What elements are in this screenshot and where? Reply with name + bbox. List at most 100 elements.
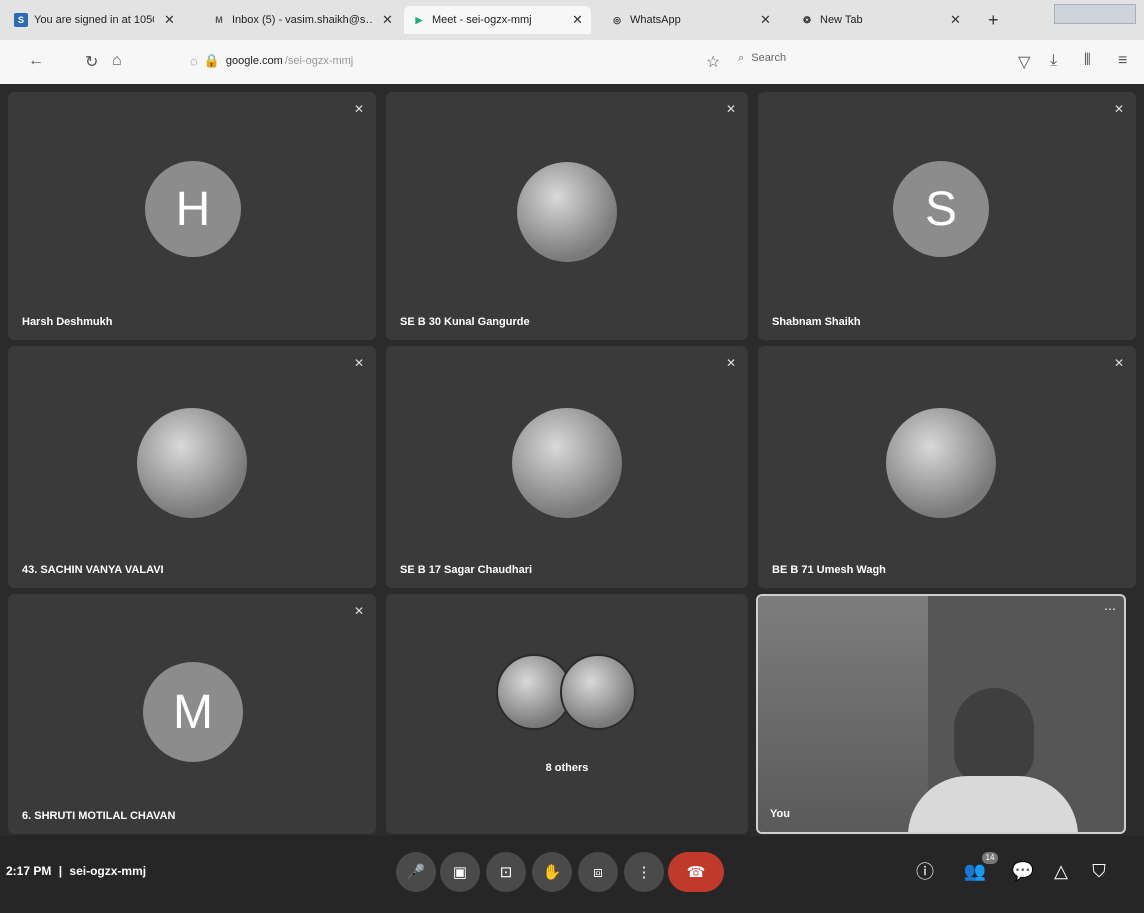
more-options-icon[interactable]: ⋯ bbox=[1104, 602, 1116, 616]
avatar bbox=[560, 654, 636, 730]
meet-stage: ✕ H Harsh Deshmukh ✕ SE B 30 Kunal Gangu… bbox=[0, 84, 1144, 913]
mic-off-icon: ✕ bbox=[725, 102, 737, 116]
present-icon: ⧈ bbox=[593, 863, 603, 881]
captions-icon: ⊡ bbox=[499, 864, 513, 881]
phone-hangup-icon: ☎ bbox=[686, 864, 706, 881]
meeting-code: sei-ogzx-mmj bbox=[69, 864, 147, 878]
participant-tile[interactable]: ✕ SE B 17 Sagar Chaudhari bbox=[386, 346, 748, 588]
library-icon[interactable]: ⫴ bbox=[1084, 52, 1091, 70]
avatar bbox=[137, 408, 247, 518]
avatar: H bbox=[145, 161, 241, 257]
tab-new[interactable]: ❂ New Tab ✕ bbox=[800, 6, 961, 34]
search-icon: ⌕ bbox=[738, 52, 745, 64]
participant-name: BE B 71 Umesh Wagh bbox=[772, 564, 886, 576]
tab-whatsapp[interactable]: ◎ WhatsApp ✕ bbox=[610, 6, 771, 34]
close-icon[interactable]: ✕ bbox=[572, 12, 583, 28]
tab-title: Inbox (5) - vasim.shaikh@s… bbox=[232, 14, 372, 26]
shield-icon: ◌ bbox=[190, 53, 198, 69]
mic-off-icon: ✕ bbox=[353, 102, 365, 116]
close-icon[interactable]: ✕ bbox=[760, 12, 771, 28]
others-label: 8 others bbox=[545, 762, 589, 774]
captions-button[interactable]: ⊡ bbox=[486, 852, 526, 892]
people-count-badge: 14 bbox=[982, 852, 998, 864]
meeting-time: 2:17 PM bbox=[6, 864, 52, 878]
leave-call-button[interactable]: ☎ bbox=[668, 852, 724, 892]
avatar: S bbox=[893, 161, 989, 257]
host-controls-button[interactable]: ⛉ bbox=[1086, 858, 1112, 884]
people-icon: 👥 bbox=[963, 860, 987, 881]
whatsapp-icon: ◎ bbox=[613, 14, 621, 25]
home-icon[interactable]: ⌂ bbox=[112, 52, 122, 70]
nav-toolbar: ← ↻ ⌂ ◌ 🔒 google.com /sei-ogzx-mmj ☆ ⌕ S… bbox=[0, 40, 1144, 85]
lock-icon: 🔒 bbox=[203, 53, 220, 68]
more-options-button[interactable]: ⋮ bbox=[624, 852, 664, 892]
mic-icon: 🎤 bbox=[406, 864, 426, 881]
url-host: google.com bbox=[225, 55, 283, 67]
more-vert-icon: ⋮ bbox=[636, 864, 652, 881]
new-tab-button[interactable]: + bbox=[988, 10, 999, 31]
close-icon[interactable]: ✕ bbox=[382, 12, 393, 28]
mic-off-icon: ✕ bbox=[1113, 356, 1125, 370]
mic-button[interactable]: 🎤 bbox=[396, 852, 436, 892]
participant-tile[interactable]: ✕ 43. SACHIN VANYA VALAVI bbox=[8, 346, 376, 588]
participant-name: SE B 17 Sagar Chaudhari bbox=[400, 564, 533, 576]
participant-tile[interactable]: ✕ BE B 71 Umesh Wagh bbox=[758, 346, 1136, 588]
avatar bbox=[886, 408, 996, 518]
mic-off-icon: ✕ bbox=[353, 604, 365, 618]
menu-icon[interactable]: ≡ bbox=[1118, 52, 1127, 70]
back-icon[interactable]: ← bbox=[28, 52, 44, 70]
self-view[interactable]: ⋯ You bbox=[756, 594, 1126, 834]
background-wall bbox=[758, 596, 928, 832]
shield-icon: ⛉ bbox=[1092, 860, 1106, 881]
camera-button[interactable]: ▣ bbox=[440, 852, 480, 892]
self-face bbox=[954, 688, 1034, 784]
tab-inbox[interactable]: M Inbox (5) - vasim.shaikh@s… ✕ bbox=[212, 6, 393, 34]
activities-icon: △ bbox=[1054, 860, 1068, 881]
participant-tile[interactable]: ✕ H Harsh Deshmukh bbox=[8, 92, 376, 340]
hand-icon: ✋ bbox=[542, 864, 562, 881]
tab-title: WhatsApp bbox=[630, 14, 681, 26]
participant-name: 6. SHRUTI MOTILAL CHAVAN bbox=[22, 810, 176, 822]
chat-icon: 💬 bbox=[1011, 860, 1035, 881]
self-label: You bbox=[770, 808, 790, 820]
mic-off-icon: ✕ bbox=[1113, 102, 1125, 116]
download-icon[interactable]: ⤓ bbox=[1050, 52, 1057, 70]
participant-tile[interactable]: ✕ S Shabnam Shaikh bbox=[758, 92, 1136, 340]
others-tile[interactable]: 8 others bbox=[386, 594, 748, 834]
avatar: M bbox=[143, 662, 243, 762]
present-button[interactable]: ⧈ bbox=[578, 852, 618, 892]
browser-window: S You are signed in at 1050 ✕ M Inbox (5… bbox=[0, 0, 1144, 913]
search-placeholder: Search bbox=[751, 52, 787, 64]
activities-button[interactable]: △ bbox=[1048, 858, 1074, 884]
mic-off-icon: ✕ bbox=[725, 356, 737, 370]
separator: | bbox=[58, 864, 63, 878]
pocket-icon[interactable]: ▽ bbox=[1018, 52, 1030, 72]
participant-tile[interactable]: ✕ M 6. SHRUTI MOTILAL CHAVAN bbox=[8, 594, 376, 834]
close-icon[interactable]: ✕ bbox=[950, 12, 961, 28]
firefox-icon: ❂ bbox=[803, 14, 811, 25]
search-box[interactable]: ⌕ Search bbox=[738, 52, 786, 65]
tab-title: You are signed in at 1050 bbox=[34, 14, 154, 26]
participant-name: 43. SACHIN VANYA VALAVI bbox=[22, 564, 164, 576]
avatar bbox=[517, 162, 617, 262]
participant-tile[interactable]: ✕ SE B 30 Kunal Gangurde bbox=[386, 92, 748, 340]
sign-in-icon: S bbox=[14, 13, 28, 27]
window-controls[interactable] bbox=[1054, 4, 1136, 24]
chat-button[interactable]: 💬 bbox=[1010, 858, 1036, 884]
raise-hand-button[interactable]: ✋ bbox=[532, 852, 572, 892]
reload-icon[interactable]: ↻ bbox=[85, 52, 98, 72]
participant-name: Harsh Deshmukh bbox=[22, 316, 113, 328]
address-bar[interactable]: ◌ 🔒 google.com /sei-ogzx-mmj bbox=[190, 48, 690, 74]
tab-meet[interactable]: ▶ Meet - sei-ogzx-mmj ✕ bbox=[404, 6, 591, 34]
meeting-info: 2:17 PM | sei-ogzx-mmj bbox=[6, 864, 146, 878]
bookmark-star-icon[interactable]: ☆ bbox=[706, 52, 720, 72]
close-icon[interactable]: ✕ bbox=[164, 12, 175, 28]
meeting-details-button[interactable]: ⓘ bbox=[912, 858, 938, 884]
tab-title: Meet - sei-ogzx-mmj bbox=[432, 14, 532, 26]
tab-signed-in[interactable]: S You are signed in at 1050 ✕ bbox=[14, 6, 175, 34]
tab-strip: S You are signed in at 1050 ✕ M Inbox (5… bbox=[0, 0, 1144, 40]
tab-title: New Tab bbox=[820, 14, 863, 26]
self-shirt bbox=[908, 776, 1078, 832]
url-path: /sei-ogzx-mmj bbox=[284, 55, 354, 67]
meeting-controls-bar: 2:17 PM | sei-ogzx-mmj 🎤 ▣ ⊡ ✋ ⧈ ⋮ ☎ ⓘ 👥… bbox=[0, 836, 1144, 913]
